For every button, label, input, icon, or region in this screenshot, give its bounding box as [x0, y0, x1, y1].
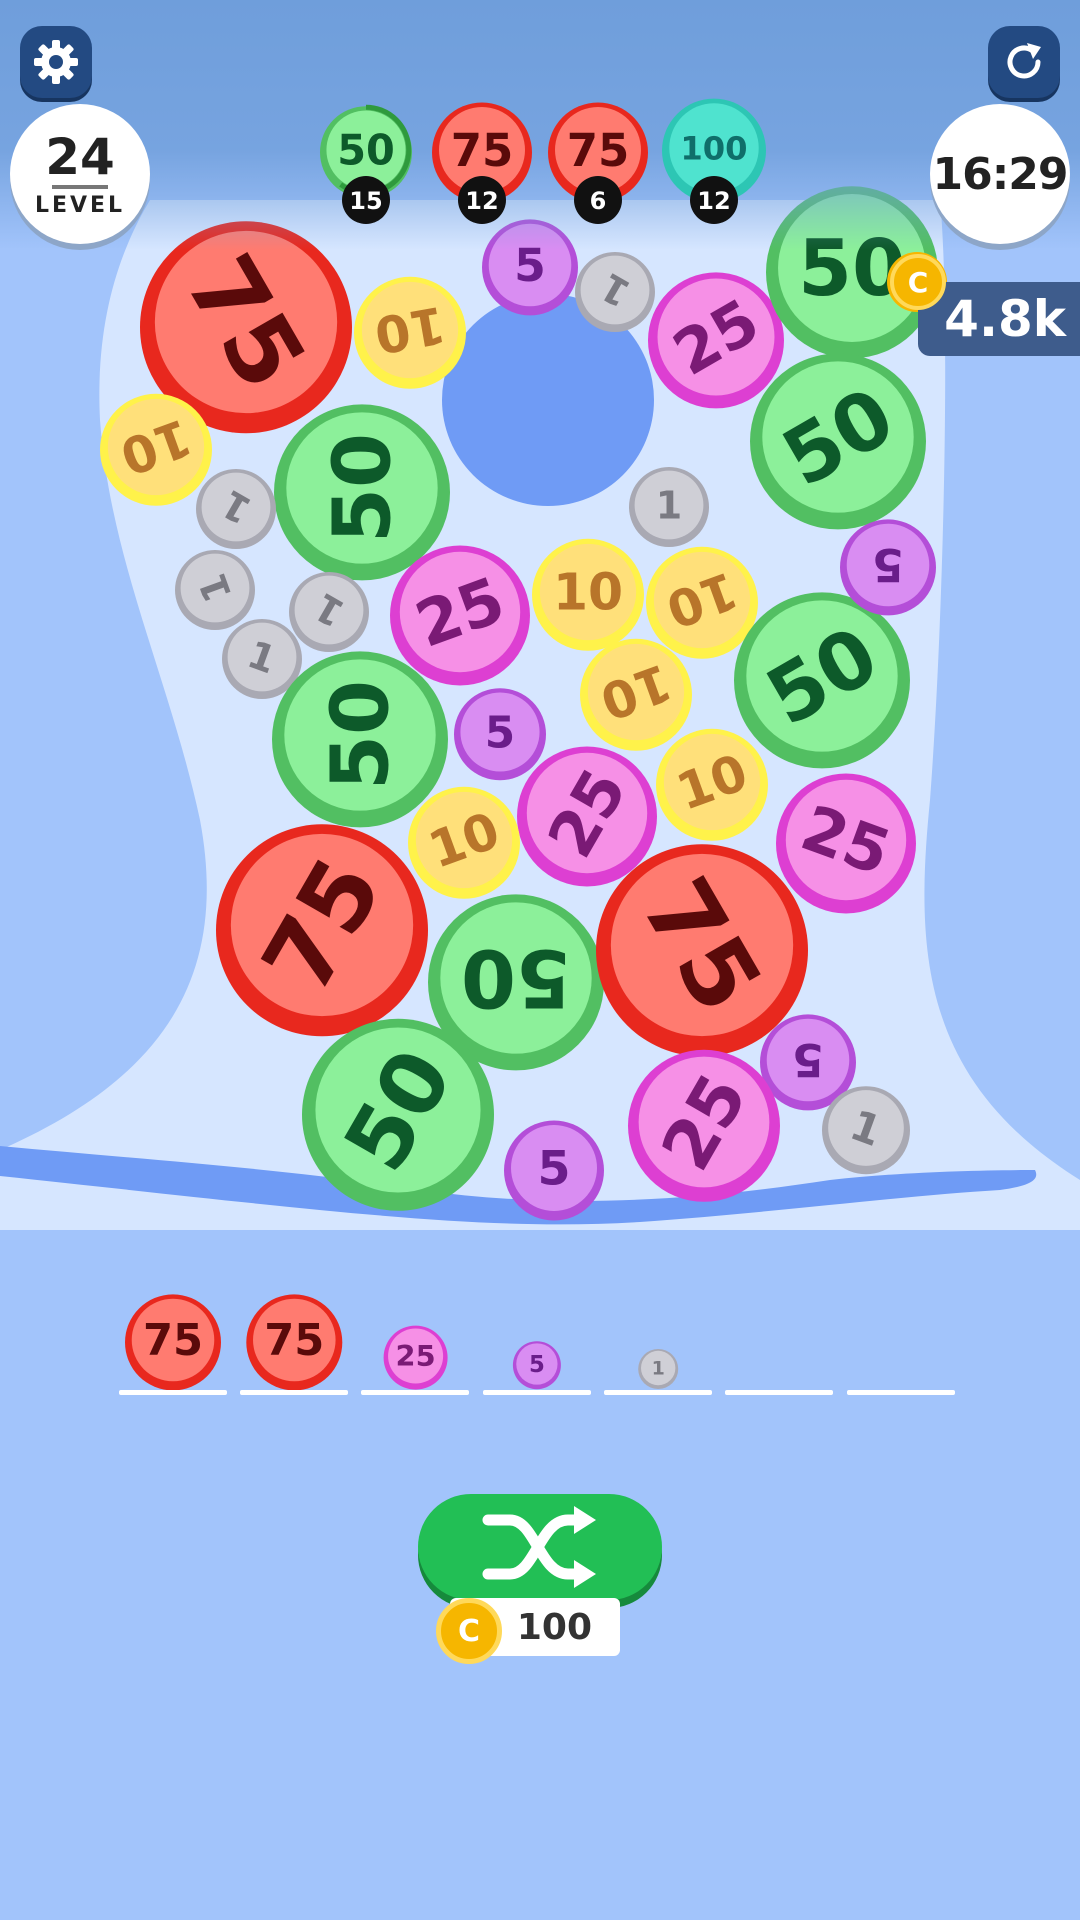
board-coin[interactable]: 25 [390, 545, 530, 686]
coin-value: 75 [143, 1316, 203, 1366]
coin-value: 5 [872, 538, 904, 591]
tray-slot[interactable] [847, 1390, 955, 1395]
coin-symbol: C [907, 265, 929, 299]
board-coin[interactable]: 50 [750, 353, 926, 530]
coin-value: 50 [316, 433, 409, 543]
game-stage: 75 10 5 1 25 50 10 50 50 1 1 1 1 1 25 10 10 5 50 10 50 5 25 10 1… [0, 0, 1080, 1920]
tray-coin[interactable]: 75 [246, 1294, 343, 1391]
coin-value: 75 [451, 124, 514, 177]
tray-slot[interactable] [119, 1390, 227, 1395]
settings-button[interactable] [20, 26, 92, 98]
coin-value: 100 [680, 129, 747, 167]
timer-text: 16:29 [932, 148, 1068, 200]
goal-coins: 50 15 75 12 75 6 100 12 [320, 98, 766, 224]
board-coin[interactable]: 5 [454, 688, 546, 781]
coin-symbol: C [457, 1613, 481, 1649]
board-coin[interactable]: 50 [272, 651, 448, 828]
coin-value: 50 [314, 680, 407, 790]
restart-icon [1007, 43, 1041, 79]
shuffle-button[interactable] [418, 1494, 662, 1600]
coin-value: 1 [652, 1358, 665, 1380]
board-coin[interactable]: 5 [840, 519, 936, 616]
coin-value: 50 [337, 126, 395, 174]
board-coin[interactable]: 1 [289, 572, 369, 652]
board-coin[interactable]: 10 [646, 546, 758, 659]
gold-coin-icon: C [890, 254, 946, 310]
coin-value: 5 [529, 1352, 545, 1378]
shuffle-cost-value: 100 [516, 1606, 592, 1648]
level-badge: 24 LEVEL [10, 104, 150, 244]
level-number: 24 [45, 127, 115, 186]
board-coin[interactable]: 10 [100, 393, 212, 506]
goal-count-badge: 15 [342, 176, 390, 224]
coin-value: 10 [370, 295, 449, 365]
board-coin[interactable]: 10 [408, 786, 520, 899]
board-coin[interactable]: 25 [517, 746, 657, 887]
goal-count: 15 [349, 187, 382, 215]
board-coin[interactable]: 25 [648, 272, 784, 409]
goal-count: 12 [465, 187, 498, 215]
tray-coin[interactable]: 75 [125, 1294, 221, 1391]
board-coin[interactable]: 50 [274, 404, 450, 581]
coin-value: 75 [567, 124, 630, 177]
board-coin[interactable]: 1 [196, 469, 276, 549]
goal-count: 12 [697, 187, 730, 215]
goal-count-badge: 6 [574, 176, 622, 224]
board-coin[interactable]: 75 [596, 844, 808, 1057]
tray-slot[interactable] [240, 1390, 348, 1395]
tray-slot[interactable] [725, 1390, 833, 1395]
level-label: LEVEL [34, 192, 126, 218]
coin-balance-value: 4.8k [944, 290, 1066, 348]
board-coin[interactable]: 25 [776, 773, 916, 914]
coin-value: 10 [553, 563, 623, 622]
tray-coin[interactable]: 5 [512, 1341, 561, 1390]
board-coin[interactable]: 50 [734, 592, 910, 769]
board-coin[interactable]: 1 [175, 550, 255, 630]
coin-value: 25 [396, 1339, 436, 1373]
goal-count-badge: 12 [458, 176, 506, 224]
board-coin[interactable]: 10 [354, 276, 466, 389]
coin-value: 50 [461, 931, 571, 1024]
coin-value: 5 [485, 707, 515, 758]
coin-value: 5 [792, 1033, 824, 1086]
goal-count: 6 [590, 187, 607, 215]
tray-slot[interactable] [361, 1390, 469, 1395]
tray-coin[interactable]: 25 [383, 1325, 448, 1390]
board-coin[interactable]: 1 [575, 252, 655, 332]
restart-button[interactable] [988, 26, 1060, 98]
gold-coin-icon: C [436, 1598, 502, 1664]
coin-value: 5 [537, 1142, 570, 1197]
board-coin[interactable]: 5 [504, 1120, 604, 1221]
board-coin[interactable]: 75 [216, 824, 428, 1037]
board-coin[interactable]: 1 [629, 467, 709, 547]
coin-value: 75 [264, 1316, 324, 1366]
board-coin[interactable]: 1 [822, 1086, 910, 1175]
coin-value: 1 [656, 483, 682, 527]
board-coin[interactable]: 10 [656, 728, 768, 841]
tray-coin[interactable]: 1 [638, 1349, 679, 1389]
board-coin[interactable]: 50 [302, 1018, 494, 1211]
tray-slot[interactable] [483, 1390, 591, 1395]
goal-count-badge: 12 [690, 176, 738, 224]
tray-slot[interactable] [604, 1390, 712, 1395]
board-coin[interactable]: 25 [628, 1049, 780, 1202]
gear-icon [34, 40, 78, 84]
coin-value: 5 [514, 239, 546, 292]
board-coin[interactable]: 10 [532, 538, 644, 651]
shuffle-icon [482, 1506, 596, 1588]
timer-badge: 16:29 [930, 104, 1070, 244]
level-divider [52, 184, 108, 189]
board-coin[interactable]: 10 [580, 638, 692, 751]
